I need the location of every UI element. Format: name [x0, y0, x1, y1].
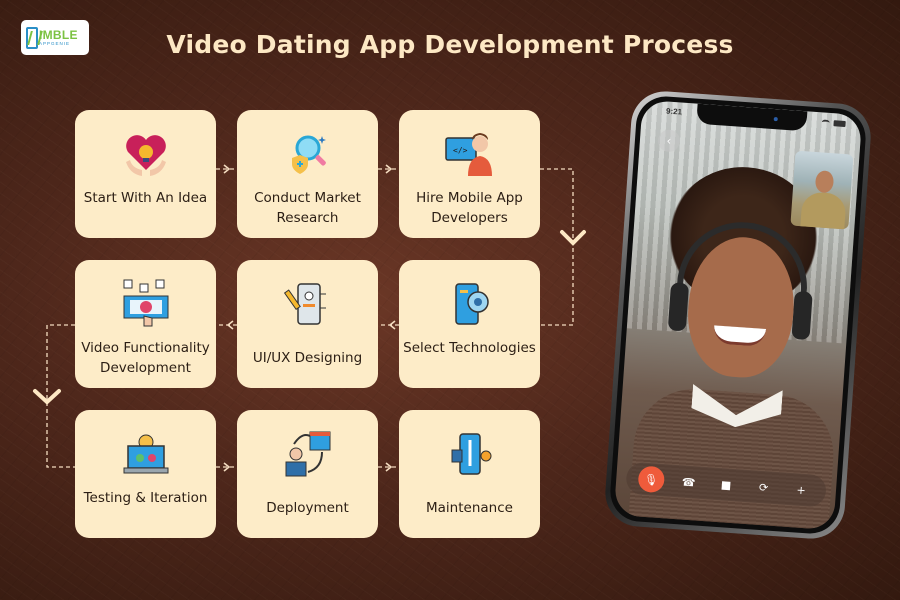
- laptop-gear-check-icon: [123, 434, 168, 474]
- arrow-right-icon: [385, 164, 393, 174]
- phone-wrench-gear-icon: [451, 433, 491, 475]
- mute-button[interactable]: 🎙: [637, 465, 665, 494]
- video-call-screen: 9:21 ‹ 🎙 ☎ ■ ⟳ +: [613, 99, 863, 531]
- flip-camera-button[interactable]: ⟳: [750, 473, 778, 501]
- connector-6-7: [46, 324, 75, 468]
- connector-3-4: [540, 168, 574, 326]
- step-card-deployment[interactable]: Deployment: [237, 410, 378, 538]
- battery-icon: [833, 120, 846, 128]
- person-code-cycle-icon: [285, 431, 330, 477]
- step-label: Hire Mobile App Developers: [416, 190, 523, 226]
- arrow-right-icon: [385, 462, 393, 472]
- phone-pencil-icon: [283, 283, 326, 325]
- end-call-button[interactable]: ☎: [675, 468, 703, 496]
- svg-text:</>: </>: [453, 146, 468, 155]
- phone-hangup-icon: ☎: [681, 474, 696, 489]
- step-card-select-technologies[interactable]: Select Technologies: [399, 260, 540, 388]
- chevron-down-icon: [33, 389, 61, 405]
- arrow-right-icon: [223, 462, 231, 472]
- chevron-down-icon: [560, 230, 586, 246]
- status-time: 9:21: [665, 106, 683, 117]
- plus-icon: +: [796, 483, 807, 497]
- step-card-maintenance[interactable]: Maintenance: [399, 410, 540, 538]
- step-label: UI/UX Designing: [252, 350, 363, 366]
- step-card-conduct-market-research[interactable]: Conduct Market Research: [237, 110, 378, 238]
- page-title: Video Dating App Development Process: [166, 30, 734, 59]
- step-card-start-with-an-idea[interactable]: Start With An Idea: [75, 110, 216, 238]
- wifi-icon: [821, 119, 830, 126]
- flip-camera-icon: ⟳: [758, 480, 769, 495]
- video-camera-icon: ■: [720, 477, 732, 492]
- magnifier-shield-icon: [291, 135, 326, 174]
- step-card-hire-mobile-app-developers[interactable]: </> Hire Mobile App Developers: [399, 110, 540, 238]
- step-label: Start With An Idea: [83, 190, 208, 206]
- step-card-video-functionality-development[interactable]: Video Functionality Development: [75, 260, 216, 388]
- step-label: Select Technologies: [403, 340, 536, 356]
- step-card-ui-ux-designing[interactable]: UI/UX Designing: [237, 260, 378, 388]
- step-card-testing-iteration[interactable]: Testing & Iteration: [75, 410, 216, 538]
- microphone-off-icon: 🎙: [643, 472, 659, 487]
- video-play-hand-icon: [123, 279, 168, 327]
- arrow-right-icon: [223, 164, 231, 174]
- step-label: Maintenance: [426, 500, 513, 516]
- arrow-left-icon: [226, 320, 234, 330]
- developer-monitor-icon: </>: [444, 133, 492, 176]
- add-participant-button[interactable]: +: [787, 476, 815, 504]
- phone-mockup: 9:21 ‹ 🎙 ☎ ■ ⟳ +: [603, 89, 873, 541]
- video-toggle-button[interactable]: ■: [712, 471, 740, 499]
- self-view-pip[interactable]: [790, 150, 854, 230]
- step-label: Deployment: [266, 500, 349, 516]
- phone-gear-icon: [454, 283, 489, 325]
- arrow-left-icon: [388, 320, 396, 330]
- heart-lightbulb-hands-icon: [125, 135, 166, 176]
- step-label: Conduct Market Research: [254, 190, 361, 226]
- step-label: Video Functionality Development: [81, 340, 210, 376]
- step-label: Testing & Iteration: [83, 490, 208, 506]
